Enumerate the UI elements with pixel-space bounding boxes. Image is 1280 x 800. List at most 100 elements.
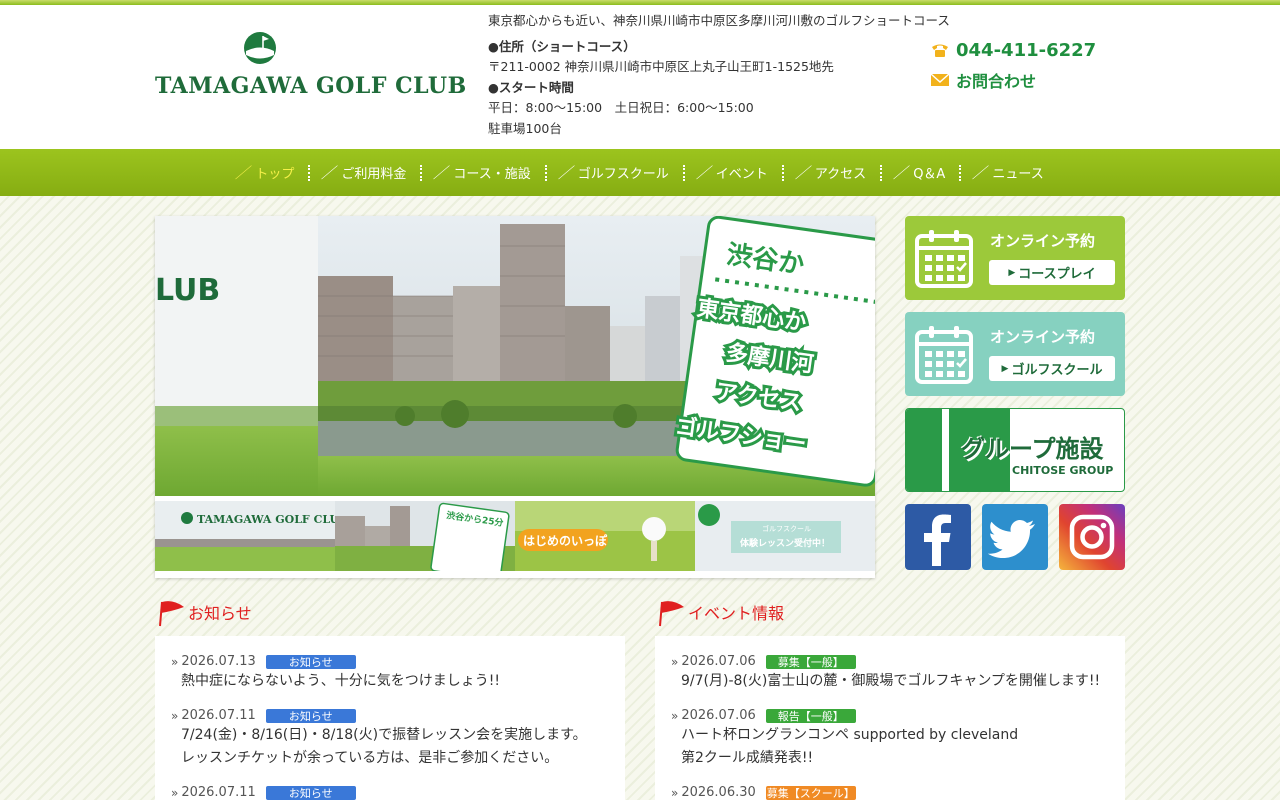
instagram-link[interactable] bbox=[1059, 504, 1125, 570]
address-heading: ●住所（ショートコース） bbox=[488, 38, 636, 54]
category-badge: 募集【一般】 bbox=[765, 654, 856, 669]
calendar-icon bbox=[915, 230, 973, 288]
red-flag-icon bbox=[659, 601, 684, 627]
hero-slider[interactable]: LUB 渋谷か 東京都心か 多摩川河 アクセス ゴルフショー TAMAGAWA … bbox=[155, 216, 875, 578]
nav-label: コース・施設 bbox=[453, 167, 531, 182]
banner-title: オンライン予約 bbox=[990, 328, 1096, 346]
online-booking-course-banner[interactable]: オンライン予約 ▶ コースプレイ bbox=[905, 216, 1125, 300]
button-label: コースプレイ bbox=[1018, 267, 1096, 282]
double-chevron-icon: » bbox=[671, 785, 679, 800]
button-label: ゴルフスクール bbox=[1011, 363, 1103, 378]
facebook-link[interactable] bbox=[905, 504, 971, 570]
twitter-link[interactable] bbox=[982, 504, 1048, 570]
thumbnail-2[interactable]: 渋谷から25分 bbox=[335, 501, 515, 571]
nav-item-access[interactable]: ／アクセス bbox=[781, 149, 880, 196]
mail-icon bbox=[930, 73, 950, 86]
events-heading: イベント情報 bbox=[655, 597, 1125, 629]
group-facilities-banner[interactable]: グループ施設 CHITOSE GROUP bbox=[905, 408, 1125, 492]
contact-label: お問合わせ bbox=[956, 72, 1037, 91]
instagram-icon bbox=[1069, 514, 1115, 560]
nav-label: ゴルフスクール bbox=[577, 167, 669, 182]
list-item[interactable]: » 2026.07.11 お知らせ 7/24(金)・8/16(日)・8/18(火)で… bbox=[171, 707, 609, 770]
red-flag-icon bbox=[159, 601, 184, 627]
entry-text: ハート杯ロングランコンペ supported by cleveland bbox=[681, 727, 1019, 743]
start-time-heading: ●スタート時間 bbox=[488, 79, 574, 95]
list-item[interactable]: » 2026.07.06 報告【一般】 ハート杯ロングランコンペ supported… bbox=[671, 707, 1109, 770]
notices-list: » 2026.07.13 お知らせ 熱中症にならないよう、十分に気をつけましょう!!… bbox=[155, 636, 625, 800]
nav-label: ニュース bbox=[992, 167, 1044, 182]
slash-icon: ／ bbox=[320, 164, 339, 182]
nav-label: アクセス bbox=[814, 167, 867, 182]
category-badge: 募集【スクール】 bbox=[765, 785, 856, 800]
thumbnail-3[interactable]: はじめのいっぽ bbox=[515, 501, 695, 571]
nav-item-qa[interactable]: ／ Q＆A bbox=[880, 149, 959, 196]
nav-item-events[interactable]: ／イベント bbox=[682, 149, 782, 196]
hero-image: LUB 渋谷か 東京都心か 多摩川河 アクセス ゴルフショー bbox=[155, 216, 875, 496]
nav-item-fees[interactable]: ／ご利用料金 bbox=[308, 149, 420, 196]
hours: 平日：8:00～15:00 土日祝日：6:00～15:00 bbox=[488, 100, 754, 115]
list-item[interactable]: » 2026.07.06 募集【一般】 9/7(月)-8(火)富士山の麓・御殿場でゴ… bbox=[671, 653, 1109, 693]
list-item[interactable]: » 2026.06.30 募集【スクール】 bbox=[671, 784, 1109, 800]
category-badge: お知らせ bbox=[265, 708, 356, 723]
thumbnail-4[interactable]: ゴルフスクール 体験レッスン受付中！ bbox=[695, 501, 875, 571]
events-section: イベント情報 » 2026.07.06 募集【一般】 9/7(月)-8(火)富士山の… bbox=[655, 597, 1125, 800]
twitter-icon bbox=[987, 520, 1035, 558]
events-title: イベント情報 bbox=[688, 604, 785, 623]
calendar-icon bbox=[915, 326, 973, 384]
entry-date: 2026.07.13 bbox=[181, 654, 256, 669]
thumbnail-1[interactable]: TAMAGAWA GOLF CLUB bbox=[155, 501, 335, 571]
double-chevron-icon: » bbox=[171, 654, 179, 669]
svg-text:TAMAGAWA GOLF CLUB: TAMAGAWA GOLF CLUB bbox=[197, 513, 335, 526]
slash-icon: ／ bbox=[892, 164, 911, 182]
contact-link[interactable]: お問合わせ bbox=[930, 67, 1130, 93]
events-list: » 2026.07.06 募集【一般】 9/7(月)-8(火)富士山の麓・御殿場でゴ… bbox=[655, 636, 1125, 800]
phone-number: 044-411-6227 bbox=[956, 39, 1097, 61]
phone-link[interactable]: 044-411-6227 bbox=[930, 37, 1130, 63]
double-chevron-icon: » bbox=[671, 708, 679, 723]
nav-item-top[interactable]: ／トップ bbox=[222, 149, 308, 196]
entry-text: 第2クール成績発表!! bbox=[681, 750, 814, 766]
svg-text:ゴルフスクール: ゴルフスクール bbox=[762, 524, 811, 533]
golf-ball-logo-icon bbox=[244, 32, 276, 64]
course-play-button[interactable]: ▶ コースプレイ bbox=[989, 260, 1115, 285]
nav-label: ご利用料金 bbox=[341, 167, 407, 182]
play-triangle-icon: ▶ bbox=[1001, 363, 1009, 374]
notices-heading: お知らせ bbox=[155, 597, 625, 629]
nav-label: Q＆A bbox=[913, 167, 946, 182]
online-booking-school-banner[interactable]: オンライン予約 ▶ ゴルフスクール bbox=[905, 312, 1125, 396]
site-header: TAMAGAWA GOLF CLUB 東京都心からも近い、神奈川県川崎市中原区多… bbox=[0, 5, 1280, 149]
social-links bbox=[905, 504, 1125, 570]
entry-date: 2026.07.11 bbox=[181, 708, 256, 723]
entry-date: 2026.06.30 bbox=[681, 785, 756, 800]
golf-school-button[interactable]: ▶ ゴルフスクール bbox=[989, 356, 1115, 381]
phone-icon bbox=[932, 44, 948, 57]
parking: 駐車場100台 bbox=[488, 120, 562, 136]
notices-section: お知らせ » 2026.07.13 お知らせ 熱中症にならないよう、十分に気をつけま… bbox=[155, 597, 625, 800]
category-badge: お知らせ bbox=[265, 654, 356, 669]
list-item[interactable]: » 2026.07.13 お知らせ 熱中症にならないよう、十分に気をつけましょう!! bbox=[171, 653, 609, 693]
entry-text: 熱中症にならないよう、十分に気をつけましょう!! bbox=[181, 673, 500, 689]
play-triangle-icon: ▶ bbox=[1008, 267, 1016, 278]
nav-item-course[interactable]: ／コース・施設 bbox=[420, 149, 544, 196]
tagline: 東京都心からも近い、神奈川県川崎市中原区多摩川河川敷のゴルフショートコース bbox=[488, 13, 950, 28]
category-badge: 報告【一般】 bbox=[765, 708, 856, 723]
group-subtitle: CHITOSE GROUP bbox=[1012, 464, 1114, 477]
entry-date: 2026.07.11 bbox=[181, 785, 256, 800]
slider-thumbnails: TAMAGAWA GOLF CLUB 渋谷から25分 はじめのいっぽ ゴルフスク… bbox=[155, 501, 875, 571]
entry-text: レッスンチケットが余っている方は、是非ご参加ください。 bbox=[181, 750, 559, 766]
nav-item-news[interactable]: ／ニュース bbox=[959, 149, 1057, 196]
banner-title: オンライン予約 bbox=[990, 232, 1096, 250]
site-logo[interactable]: TAMAGAWA GOLF CLUB bbox=[155, 31, 467, 103]
notices-title: お知らせ bbox=[188, 604, 252, 623]
slash-icon: ／ bbox=[695, 164, 714, 182]
svg-text:はじめのいっぽ: はじめのいっぽ bbox=[523, 533, 608, 548]
group-title: グループ施設 bbox=[961, 435, 1104, 463]
nav-item-school[interactable]: ／ゴルフスクール bbox=[544, 149, 683, 196]
logo-text: TAMAGAWA GOLF CLUB bbox=[155, 73, 467, 99]
list-item[interactable]: » 2026.07.11 お知らせ bbox=[171, 784, 609, 800]
slash-icon: ／ bbox=[557, 164, 576, 182]
slash-icon: ／ bbox=[794, 164, 813, 182]
address: 〒211-0002 神奈川県川崎市中原区上丸子山王町1-1525地先 bbox=[488, 59, 834, 74]
category-badge: お知らせ bbox=[265, 785, 356, 800]
slash-icon: ／ bbox=[234, 164, 253, 182]
